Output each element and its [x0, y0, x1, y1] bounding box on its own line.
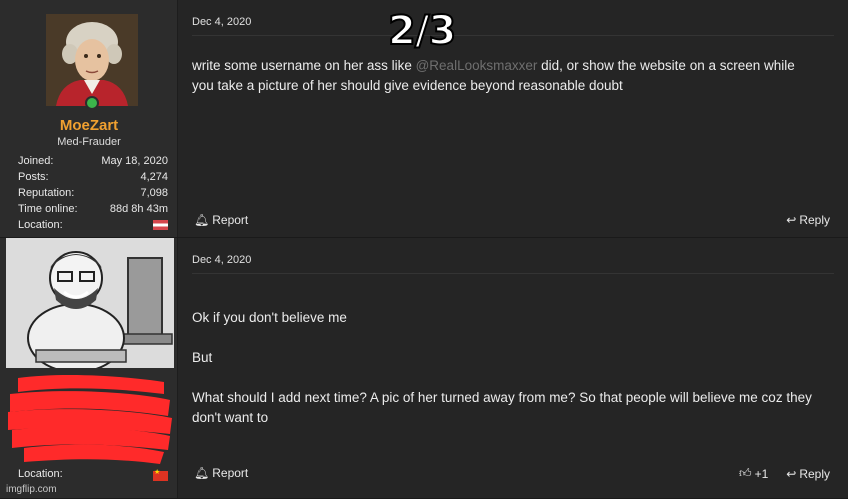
- bell-icon: 🔔︎: [194, 466, 210, 480]
- user-panel: Location:: [0, 238, 178, 498]
- report-button[interactable]: 🔔︎ Report: [194, 466, 248, 480]
- message-line: But: [192, 350, 213, 365]
- stat-value: 88d 8h 43m: [109, 203, 168, 215]
- post-message: Ok if you don't believe me But What shou…: [192, 308, 818, 428]
- avatar[interactable]: [46, 14, 138, 106]
- online-status-icon: [85, 96, 99, 110]
- reply-label: Reply: [799, 213, 830, 227]
- stat-posts: Posts: 4,274: [18, 169, 168, 185]
- stat-value: 4,274: [140, 171, 168, 183]
- user-panel: MoeZart Med-Frauder Joined: May 18, 2020…: [0, 0, 178, 237]
- stat-location: Location:: [18, 468, 168, 481]
- like-button[interactable]: 👍︎ +1: [739, 466, 768, 481]
- stat-label: Location:: [18, 219, 63, 231]
- reply-arrow-icon: ↩: [786, 213, 797, 227]
- message-line: What should I add next time? A pic of he…: [192, 390, 812, 425]
- redaction-scribble: [4, 372, 174, 468]
- message-line: [192, 368, 818, 388]
- reply-arrow-icon: ↩: [786, 466, 797, 481]
- like-count: +1: [754, 466, 769, 481]
- message-line: [192, 328, 818, 348]
- thumbs-up-icon: 👍︎: [739, 466, 752, 480]
- china-flag-icon: [153, 468, 168, 481]
- report-button[interactable]: 🔔︎ Report: [194, 213, 248, 227]
- user-stats: Joined: May 18, 2020 Posts: 4,274 Reputa…: [18, 153, 168, 233]
- stat-joined: Joined: May 18, 2020: [18, 153, 168, 169]
- message-text: write some username on her ass like: [192, 58, 416, 73]
- reply-button[interactable]: ↩ Reply: [786, 467, 830, 481]
- post-actions-left: 🔔︎ Report: [194, 213, 248, 227]
- post-actions-right: ↩ Reply: [786, 213, 830, 227]
- stat-label: Location:: [18, 468, 63, 480]
- report-label: Report: [212, 466, 249, 480]
- post-message: write some username on her ass like @Rea…: [192, 56, 818, 96]
- watermark: imgflip.com: [6, 484, 57, 495]
- post-2: Location: Dec 4, 2020 Ok if you don't be…: [0, 238, 848, 499]
- avatar[interactable]: [6, 238, 174, 368]
- username[interactable]: MoeZart: [0, 117, 178, 134]
- reply-label: Reply: [799, 466, 830, 481]
- stat-time-online: Time online: 88d 8h 43m: [18, 201, 168, 217]
- user-title: Med-Frauder: [57, 136, 121, 148]
- report-label: Report: [212, 213, 249, 227]
- post-content: Dec 4, 2020 write some username on her a…: [178, 0, 848, 237]
- divider: [192, 273, 834, 274]
- bell-icon: 🔔︎: [194, 213, 210, 227]
- stat-location: Location:: [18, 217, 168, 233]
- page-indicator: 2/3: [387, 7, 457, 55]
- post-actions-right: 👍︎ +1 ↩ Reply: [739, 466, 830, 481]
- stat-value: 7,098: [140, 187, 168, 199]
- stat-label: Reputation:: [18, 187, 75, 199]
- stat-label: Joined:: [18, 155, 54, 167]
- post-date[interactable]: Dec 4, 2020: [192, 254, 251, 266]
- stat-label: Posts:: [18, 171, 49, 183]
- stat-value: May 18, 2020: [101, 155, 168, 167]
- message-line: Ok if you don't believe me: [192, 310, 347, 325]
- post-content: Dec 4, 2020 Ok if you don't believe me B…: [178, 238, 848, 498]
- reply-button[interactable]: ↩ Reply: [786, 213, 830, 227]
- stat-reputation: Reputation: 7,098: [18, 185, 168, 201]
- user-mention-link[interactable]: @RealLooksmaxxer: [416, 58, 538, 73]
- divider: [192, 35, 834, 36]
- austria-flag-icon: [153, 220, 168, 230]
- post-actions-left: 🔔︎ Report: [194, 466, 248, 480]
- post-date[interactable]: Dec 4, 2020: [192, 16, 251, 28]
- stat-label: Time online:: [18, 203, 78, 215]
